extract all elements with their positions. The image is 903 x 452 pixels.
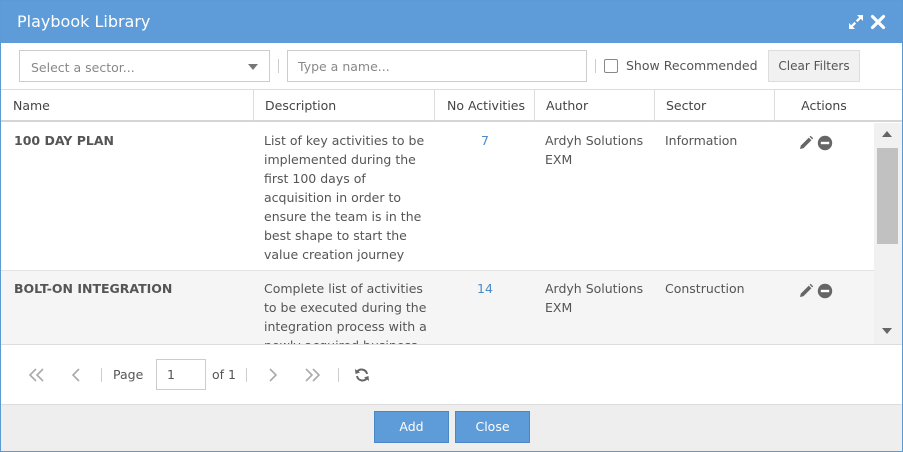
playbook-activities-link[interactable]: 7	[435, 131, 535, 150]
first-page-icon[interactable]	[27, 366, 47, 384]
table-row[interactable]: 100 DAY PLAN List of key activities to b…	[1, 123, 874, 271]
show-recommended-checkbox[interactable]	[604, 59, 618, 73]
column-header-name[interactable]: Name	[1, 90, 254, 121]
scroll-up-arrow-icon[interactable]	[882, 131, 892, 137]
sector-select[interactable]: Select a sector...	[19, 50, 270, 82]
column-header-author[interactable]: Author	[534, 90, 655, 121]
playbook-activities-link[interactable]: 14	[435, 279, 535, 298]
playbook-library-dialog: Playbook Library Select a sector... Show…	[0, 0, 903, 452]
name-search-input[interactable]	[287, 50, 587, 82]
scroll-thumb[interactable]	[877, 148, 898, 244]
dialog-title: Playbook Library	[17, 12, 151, 31]
filter-divider	[278, 59, 279, 73]
page-total-label: of 1	[212, 367, 236, 382]
next-page-icon[interactable]	[263, 366, 283, 384]
pager-divider	[338, 368, 339, 382]
playbook-description: Complete list of activities to be execut…	[264, 281, 427, 344]
scroll-down-arrow-icon[interactable]	[882, 328, 892, 334]
column-header-actions: Actions	[801, 98, 847, 113]
playbook-name: 100 DAY PLAN	[14, 133, 114, 148]
pager-divider	[246, 368, 247, 382]
previous-page-icon[interactable]	[67, 366, 87, 384]
add-button[interactable]: Add	[374, 411, 449, 443]
clear-filters-button[interactable]: Clear Filters	[768, 50, 860, 82]
close-icon[interactable]	[869, 13, 887, 31]
pencil-icon[interactable]	[798, 283, 814, 299]
playbook-description: List of key activities to be implemented…	[264, 133, 425, 262]
playbook-sector: Information	[665, 133, 738, 148]
dialog-titlebar: Playbook Library	[1, 1, 902, 43]
last-page-icon[interactable]	[302, 366, 322, 384]
page-label: Page	[113, 367, 144, 382]
minus-circle-icon[interactable]	[817, 283, 833, 299]
refresh-icon[interactable]	[352, 366, 372, 384]
maximize-icon[interactable]	[847, 13, 865, 31]
chevron-down-icon	[248, 64, 258, 70]
row-actions	[798, 135, 838, 153]
grid-body: 100 DAY PLAN List of key activities to b…	[1, 123, 902, 345]
filter-divider	[595, 59, 596, 73]
show-recommended-label: Show Recommended	[626, 58, 758, 73]
grid-header: Name Description No Activities Author Se…	[1, 89, 902, 122]
pager: Page of 1	[1, 346, 902, 404]
column-header-description[interactable]: Description	[253, 90, 435, 121]
filter-bar: Select a sector... Show Recommended Clea…	[1, 43, 902, 89]
table-row[interactable]: BOLT-ON INTEGRATION Complete list of act…	[1, 271, 874, 344]
minus-circle-icon[interactable]	[817, 135, 833, 151]
row-actions	[798, 283, 838, 301]
pager-divider	[101, 368, 102, 382]
playbook-author: Ardyh Solutions EXM	[545, 133, 644, 167]
sector-select-placeholder: Select a sector...	[31, 60, 135, 75]
column-header-activities[interactable]: No Activities	[435, 90, 535, 121]
pencil-icon[interactable]	[798, 135, 814, 151]
grid-scrollbar[interactable]	[874, 123, 902, 344]
playbook-sector: Construction	[665, 281, 745, 296]
playbook-name: BOLT-ON INTEGRATION	[14, 281, 173, 296]
column-header-sector[interactable]: Sector	[654, 90, 775, 121]
close-button[interactable]: Close	[455, 411, 530, 443]
playbook-author: Ardyh Solutions EXM	[545, 281, 644, 315]
page-number-input[interactable]	[156, 359, 206, 390]
dialog-footer: Add Close	[1, 404, 902, 451]
